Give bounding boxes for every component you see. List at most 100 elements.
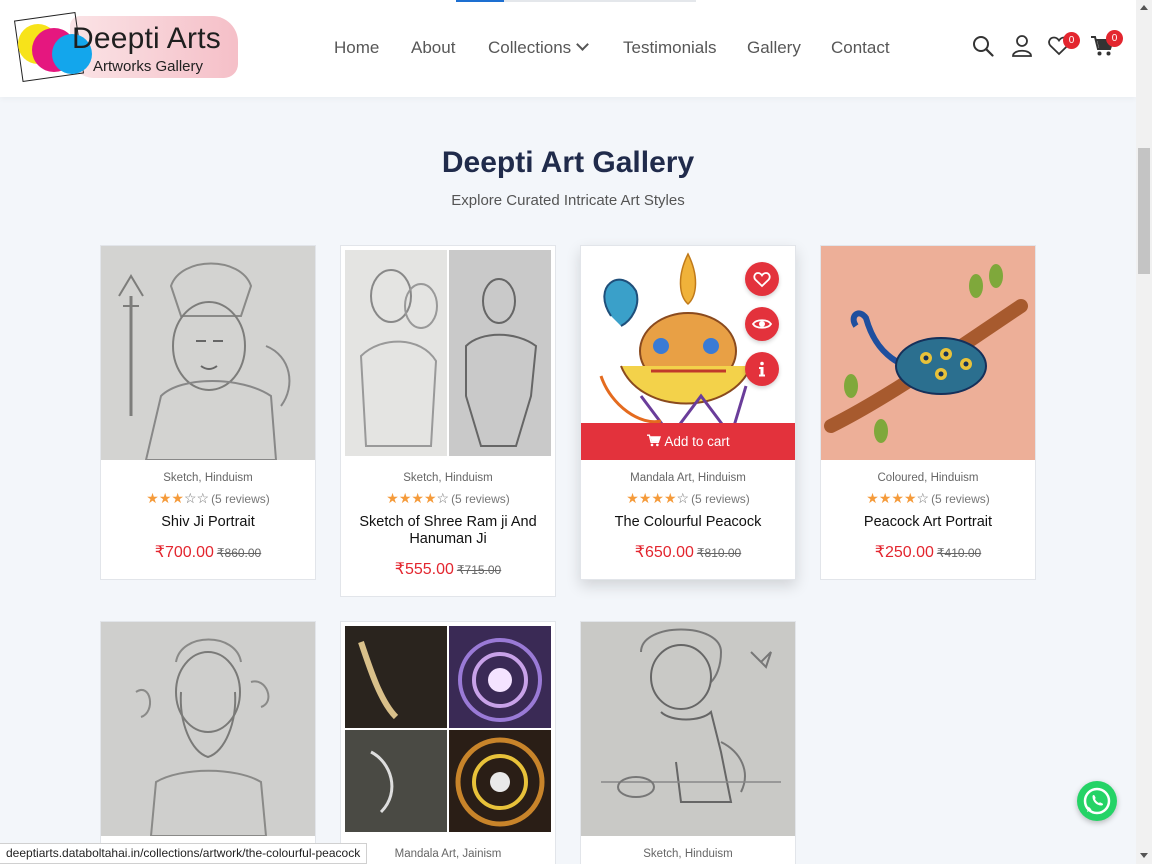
star-empty-icon: ☆ [916,490,930,506]
product-price: ₹250.00 ₹410.00 [821,542,1035,562]
category-link[interactable]: Sketch [163,472,198,484]
nav-home[interactable]: Home [334,38,379,58]
star-filled-icon: ★ [171,490,184,506]
product-categories: Sketch, Hinduism [403,472,493,484]
whatsapp-chat-button[interactable] [1077,781,1117,821]
eye-icon [751,319,773,329]
nav-gallery[interactable]: Gallery [747,38,801,58]
product-info-button[interactable] [745,352,779,386]
product-name[interactable]: Peacock Art Portrait [829,514,1027,531]
cart-count-badge: 0 [1106,30,1123,47]
site-logo[interactable]: Deepti Arts Artworks Gallery [12,10,242,88]
page-scrollbar[interactable] [1136,0,1152,864]
site-header: Deepti Arts Artworks Gallery Home About … [0,0,1136,97]
star-filled-icon: ★ [146,490,159,506]
sale-price: ₹700.00 [154,544,214,561]
review-count: (5 reviews) [691,492,750,506]
sale-price: ₹250.00 [874,544,934,561]
heart-icon [753,272,771,288]
nav-collections-label: Collections [488,38,572,57]
nav-about[interactable]: About [411,38,455,58]
original-price: ₹810.00 [696,546,742,560]
rating-stars: ★★★☆☆ (5 reviews) [101,490,315,507]
review-count: (5 reviews) [451,492,510,506]
category-link[interactable]: Hinduism [445,472,493,484]
product-card[interactable]: Sketch, Hinduism [580,621,796,864]
star-filled-icon: ★ [626,490,639,506]
product-categories: Coloured, Hinduism [877,472,979,484]
add-to-cart-button[interactable]: Add to cart [581,423,795,460]
product-image[interactable] [581,622,795,836]
product-image[interactable]: Add to cart [581,246,795,460]
product-categories: Sketch, Hinduism [643,848,733,860]
chevron-down-icon [576,38,590,51]
review-count: (5 reviews) [931,492,990,506]
product-image[interactable] [101,622,315,836]
scroll-down-arrow-icon[interactable] [1140,853,1148,858]
nav-collections[interactable]: Collections [488,38,590,58]
nav-contact[interactable]: Contact [831,38,890,58]
product-image[interactable] [821,246,1035,460]
logo-title: Deepti Arts [72,22,221,55]
product-price: ₹700.00 ₹860.00 [101,542,315,562]
product-price: ₹650.00 ₹810.00 [581,542,795,562]
whatsapp-icon [1083,787,1111,815]
product-categories: Mandala Art, Hinduism [630,472,746,484]
rating-stars: ★★★★☆ (5 reviews) [821,490,1035,507]
star-filled-icon: ★ [891,490,904,506]
product-name[interactable]: The Colourful Peacock [589,514,787,531]
sale-price: ₹650.00 [634,544,694,561]
star-empty-icon: ☆ [196,490,210,506]
product-image[interactable] [101,246,315,460]
gallery-title: Deepti Art Gallery [441,146,695,179]
user-icon[interactable] [1011,34,1033,63]
rating-stars: ★★★★☆ (5 reviews) [581,490,795,507]
star-empty-icon: ☆ [676,490,690,506]
star-filled-icon: ★ [411,490,424,506]
star-filled-icon: ★ [423,490,437,506]
quick-view-button[interactable] [745,307,779,341]
category-link[interactable]: Hinduism [205,472,253,484]
cart-icon [647,434,662,447]
product-card[interactable]: Mandala Art, Jainism [340,621,556,864]
wishlist-count-badge: 0 [1063,32,1080,49]
category-link[interactable]: Hinduism [931,472,979,484]
nav-testimonials[interactable]: Testimonials [623,38,717,58]
search-icon[interactable] [972,35,994,62]
star-filled-icon: ★ [663,490,677,506]
product-image[interactable] [341,246,555,460]
product-card[interactable] [100,621,316,864]
star-empty-icon: ☆ [183,490,197,506]
product-card[interactable]: Sketch, Hinduism ★★★☆☆ (5 reviews) Shiv J… [100,245,316,580]
category-link[interactable]: Mandala Art [630,472,691,484]
star-empty-icon: ☆ [436,490,450,506]
star-filled-icon: ★ [903,490,917,506]
product-name[interactable]: Sketch of Shree Ram ji And Hanuman Ji [349,514,547,548]
category-link[interactable]: Coloured [878,472,925,484]
original-price: ₹860.00 [216,546,262,560]
product-card[interactable]: Sketch, Hinduism ★★★★☆ (5 reviews) Sketch… [340,245,556,597]
star-filled-icon: ★ [651,490,664,506]
add-to-cart-label: Add to cart [664,434,730,449]
category-link[interactable]: Hinduism [698,472,746,484]
category-link[interactable]: Hinduism [685,848,733,860]
star-filled-icon: ★ [866,490,879,506]
product-card[interactable]: Coloured, Hinduism ★★★★☆ (5 reviews) Peac… [820,245,1036,580]
product-price: ₹555.00 ₹715.00 [341,559,555,579]
category-link[interactable]: Sketch [403,472,438,484]
star-filled-icon: ★ [386,490,399,506]
wishlist-button[interactable] [745,262,779,296]
product-card[interactable]: Add to cart Mandala Art, Hinduism ★★★★☆(… [580,245,796,580]
scroll-up-arrow-icon[interactable] [1140,5,1148,10]
category-link[interactable]: Sketch [643,848,678,860]
status-bar-url: deeptiarts.databoltahai.in/collections/a… [0,843,368,864]
info-icon [759,361,765,377]
category-link[interactable]: Mandala Art [395,848,456,860]
category-link[interactable]: Jainism [462,848,501,860]
product-image[interactable] [341,622,555,836]
page-top-strip [456,0,696,2]
product-name[interactable]: Shiv Ji Portrait [109,514,307,531]
product-categories: Mandala Art, Jainism [394,848,502,860]
scroll-thumb[interactable] [1138,148,1150,274]
original-price: ₹410.00 [936,546,982,560]
